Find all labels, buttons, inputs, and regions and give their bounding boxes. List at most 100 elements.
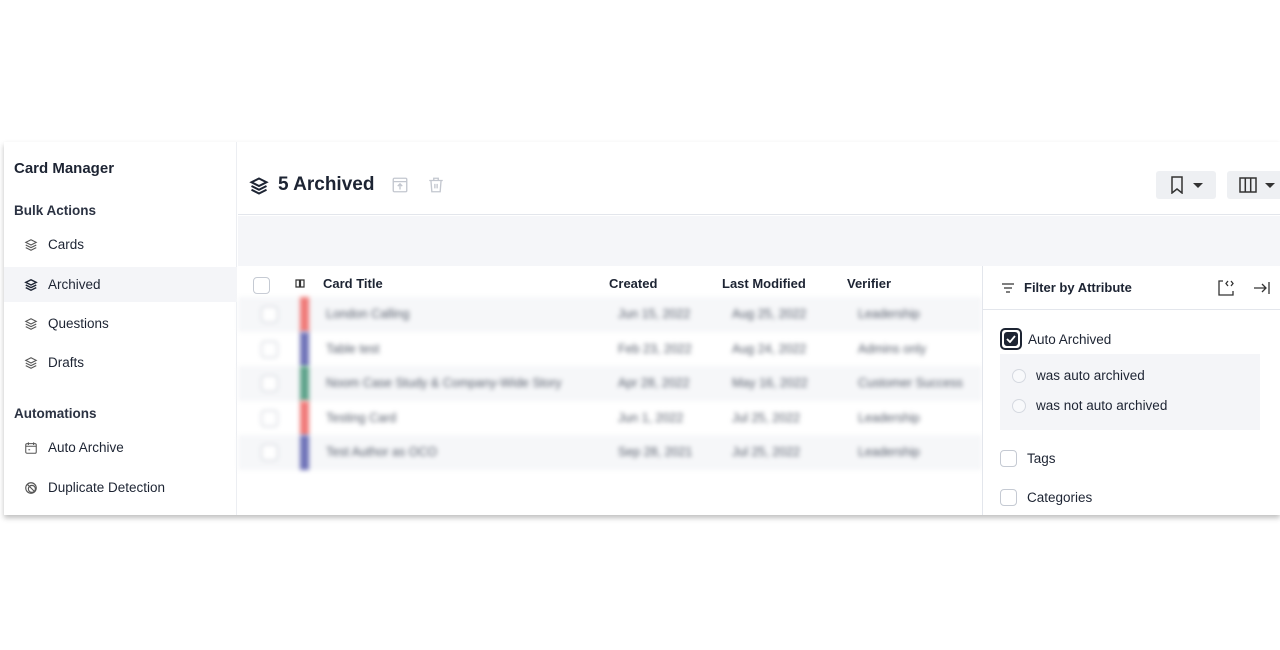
categories-label: Categories (1027, 490, 1093, 505)
sidebar-item-label: Auto Archive (48, 440, 124, 455)
section-bulk-actions: Bulk Actions (14, 203, 97, 218)
layers-icon (24, 356, 38, 369)
cell-verifier: Leadership (858, 307, 920, 321)
column-header-created[interactable]: Created (609, 276, 657, 291)
duplicate-icon (25, 481, 37, 494)
row-checkbox[interactable] (261, 409, 278, 427)
sidebar-item-label: Cards (48, 237, 85, 252)
table-row[interactable]: Test Author as OCO Sep 28, 2021 Jul 25, … (238, 435, 982, 471)
layers-icon (24, 278, 38, 291)
filter-panel-title: Filter by Attribute (1024, 280, 1132, 295)
filter-icon (1002, 283, 1014, 293)
sidebar-item-label: Questions (48, 316, 109, 331)
checkbox-checked (1000, 328, 1022, 350)
book-icon (295, 279, 305, 288)
cell-title: Noom Case Study & Company-Wide Story (326, 376, 562, 391)
auto-archived-options: was auto archived was not auto archived (1000, 354, 1260, 430)
card-manager-window: Card Manager Bulk Actions Cards Archived… (4, 142, 1280, 515)
column-header-title[interactable]: Card Title (323, 276, 383, 291)
cell-verifier: Leadership (858, 410, 920, 425)
cell-created: Apr 28, 2022 (618, 376, 690, 391)
sidebar: Card Manager Bulk Actions Cards Archived… (4, 142, 237, 515)
collapse-panel-icon[interactable] (1253, 281, 1271, 295)
columns-icon (1239, 177, 1257, 193)
trash-icon[interactable] (427, 176, 445, 194)
sidebar-item-label: Archived (48, 277, 101, 292)
chevron-down-icon (1193, 182, 1203, 193)
radio-button (1012, 398, 1026, 413)
cell-title: Test Author as OCO (326, 445, 438, 460)
row-checkbox[interactable] (261, 444, 278, 462)
radio-button (1012, 368, 1026, 383)
card-color-bar (300, 400, 309, 436)
radio-was-auto-archived[interactable]: was auto archived (1012, 368, 1145, 383)
cell-modified: Aug 25, 2022 (732, 307, 807, 321)
card-color-bar (300, 435, 309, 471)
bookmark-icon (1171, 176, 1183, 194)
filter-panel: Filter by Attribute Auto Archived was au… (982, 266, 1280, 515)
select-all-checkbox[interactable] (253, 277, 270, 294)
cell-verifier: Leadership (858, 445, 920, 460)
sidebar-item-label: Duplicate Detection (48, 480, 166, 495)
layers-icon (249, 177, 269, 195)
page-header: 5 Archived (238, 142, 1280, 215)
cell-created: Jun 1, 2022 (618, 410, 684, 425)
filter-panel-header: Filter by Attribute (983, 266, 1280, 310)
cell-created: Feb 23, 2022 (618, 341, 692, 356)
table-row[interactable]: London Calling Jun 15, 2022 Aug 25, 2022… (238, 297, 982, 332)
toolbar-band (238, 216, 1280, 266)
calendar-icon (25, 441, 37, 454)
check-icon (1006, 335, 1016, 343)
layers-icon (24, 317, 38, 330)
row-checkbox[interactable] (261, 306, 278, 323)
cell-modified: Aug 24, 2022 (732, 341, 807, 356)
expand-code-icon[interactable] (1217, 279, 1235, 297)
bookmark-dropdown[interactable] (1156, 171, 1216, 199)
tags-label: Tags (1027, 451, 1056, 466)
page-title: 5 Archived (278, 174, 375, 195)
sidebar-item-questions[interactable]: Questions (4, 306, 237, 341)
option-label: was not auto archived (1036, 398, 1168, 413)
row-checkbox[interactable] (261, 340, 278, 358)
card-color-bar (300, 297, 309, 332)
categories-checkbox[interactable]: Categories (1000, 489, 1092, 506)
card-color-bar (300, 366, 309, 402)
radio-was-not-auto-archived[interactable]: was not auto archived (1012, 398, 1167, 413)
layers-icon (24, 238, 38, 251)
unarchive-icon[interactable] (391, 176, 409, 194)
column-header-verifier[interactable]: Verifier (847, 276, 891, 291)
sidebar-item-duplicate-detection[interactable]: Duplicate Detection (4, 470, 237, 505)
sidebar-title: Card Manager (14, 160, 115, 177)
card-color-bar (300, 331, 309, 367)
table-row[interactable]: Testing Card Jun 1, 2022 Jul 25, 2022 Le… (238, 400, 982, 436)
cell-verifier: Admins only (858, 341, 927, 356)
cell-created: Jun 15, 2022 (618, 307, 691, 321)
sidebar-item-label: Drafts (48, 355, 85, 370)
column-header-last-modified[interactable]: Last Modified (722, 276, 806, 291)
cell-modified: May 16, 2022 (732, 376, 808, 391)
auto-archived-checkbox[interactable]: Auto Archived (1000, 328, 1111, 350)
sidebar-item-drafts[interactable]: Drafts (4, 345, 237, 380)
cell-title: Table test (326, 341, 380, 356)
cell-verifier: Customer Success (858, 376, 963, 391)
option-label: was auto archived (1036, 368, 1145, 383)
cell-modified: Jul 25, 2022 (732, 445, 801, 460)
cell-created: Sep 28, 2021 (618, 445, 693, 460)
sidebar-item-cards[interactable]: Cards (4, 227, 237, 262)
section-automations: Automations (14, 406, 97, 421)
cell-title: London Calling (326, 307, 410, 321)
checkbox (1000, 489, 1017, 506)
tags-checkbox[interactable]: Tags (1000, 450, 1056, 467)
table-row[interactable]: Noom Case Study & Company-Wide Story Apr… (238, 366, 982, 402)
sidebar-item-auto-archive[interactable]: Auto Archive (4, 430, 237, 465)
cards-table: Card Title Created Last Modified Verifie… (238, 266, 982, 515)
row-checkbox[interactable] (261, 375, 278, 393)
auto-archived-label: Auto Archived (1028, 331, 1112, 347)
sidebar-item-archived[interactable]: Archived (4, 267, 237, 302)
checkbox (1000, 450, 1017, 467)
table-row[interactable]: Table test Feb 23, 2022 Aug 24, 2022 Adm… (238, 331, 982, 367)
columns-dropdown[interactable] (1227, 171, 1280, 199)
chevron-down-icon (1265, 182, 1275, 193)
cell-modified: Jul 25, 2022 (732, 410, 801, 425)
cell-title: Testing Card (326, 410, 397, 425)
